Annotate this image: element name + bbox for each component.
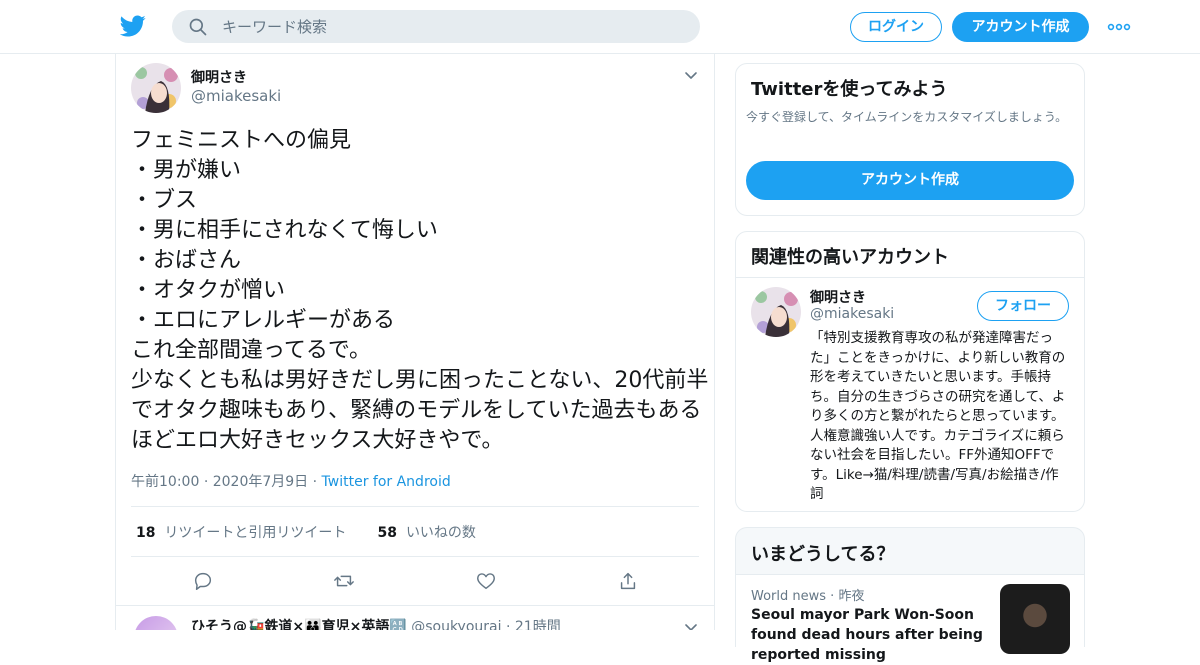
reply-icon[interactable] — [192, 570, 214, 592]
reply-time[interactable]: 21時間 — [515, 619, 561, 630]
trend-time: 昨夜 — [838, 589, 865, 604]
signup-card-title: Twitterを使ってみよう — [751, 79, 948, 100]
tweet-time[interactable]: 午前10:00 — [131, 474, 199, 490]
signup-prompt-card: Twitterを使ってみよう 今すぐ登録して、タイムラインをカスタマイズしましょ… — [735, 63, 1085, 216]
reply-header: ひそう@🚂鉄道×👪育児×英語🔠 @soukyourai · 21時間 — [191, 616, 561, 630]
reply-avatar[interactable] — [134, 616, 178, 630]
trend-item[interactable]: World news · 昨夜 Seoul mayor Park Won-Soo… — [736, 574, 1084, 663]
retweet-stat[interactable]: 18 リツイートと引用リツイート — [136, 525, 346, 541]
heart-icon[interactable] — [475, 570, 497, 592]
search-bar — [172, 10, 700, 43]
account-bio: 「特別支援教育専攻の私が発達障害だった」ことをきっかけに、より新しい教育の形を考… — [810, 330, 1066, 502]
trends-card: いまどうしてる？ World news · 昨夜 Seoul mayor Par… — [735, 527, 1085, 663]
tweet-date[interactable]: 2020年7月9日 — [213, 474, 308, 490]
meta-separator: · — [505, 619, 511, 630]
avatar[interactable] — [751, 287, 801, 337]
login-button[interactable]: ログイン — [850, 12, 942, 42]
tweet-text: フェミニストへの偏見 ・男が嫌い ・ブス ・男に相手にされなくて悔しい ・おばさ… — [131, 128, 709, 453]
signup-button[interactable]: アカウント作成 — [952, 12, 1089, 42]
tweet-stats: 18 リツイートと引用リツイート 58 いいねの数 — [136, 522, 476, 542]
chevron-down-icon[interactable] — [683, 68, 699, 84]
reply-author-name[interactable]: ひそう@🚂鉄道×👪育児×英語🔠 — [191, 619, 407, 630]
like-count: 58 — [377, 525, 398, 541]
meta-separator: · — [203, 474, 213, 490]
trend-thumbnail[interactable] — [1000, 584, 1070, 654]
retweet-stat-label: リツイートと引用リツイート — [164, 525, 347, 541]
trend-headline[interactable]: Seoul mayor Park Won-Soon found dead hou… — [751, 605, 996, 665]
signup-card-description: 今すぐ登録して、タイムラインをカスタマイズしましょう。 — [746, 110, 1068, 124]
follow-button[interactable]: フォロー — [977, 291, 1069, 321]
tweet-source-link[interactable]: Twitter for Android — [322, 474, 451, 490]
relevant-accounts-card: 関連性の高いアカウント 御明さき @miakesaki フォロー 「特別支援教育… — [735, 231, 1085, 512]
trend-category: World news — [751, 589, 827, 604]
divider — [736, 277, 1084, 278]
author-name[interactable]: 御明さき — [191, 67, 247, 87]
meta-separator: · — [312, 474, 322, 490]
trend-meta: World news · 昨夜 — [751, 585, 864, 604]
reply-author-handle[interactable]: @soukyourai — [411, 619, 501, 630]
tweet-column: 御明さき @miakesaki フェミニストへの偏見 ・男が嫌い ・ブス ・男に… — [115, 54, 715, 630]
trends-title: いまどうしてる？ — [751, 544, 895, 565]
relevant-accounts-title: 関連性の高いアカウント — [751, 247, 949, 268]
divider — [131, 556, 699, 557]
signup-card-button[interactable]: アカウント作成 — [746, 161, 1074, 200]
twitter-bird-icon[interactable] — [120, 13, 146, 39]
like-stat[interactable]: 58 いいねの数 — [378, 525, 476, 541]
chevron-down-icon[interactable] — [683, 620, 699, 630]
avatar[interactable] — [131, 63, 181, 113]
account-handle[interactable]: @miakesaki — [810, 306, 894, 322]
top-bar: ログイン アカウント作成 — [0, 0, 1200, 54]
reply-tweet-preview[interactable]: ひそう@🚂鉄道×👪育児×英語🔠 @soukyourai · 21時間 — [116, 606, 714, 630]
share-icon[interactable] — [617, 570, 639, 592]
retweet-count: 18 — [136, 525, 156, 541]
retweet-icon[interactable] — [333, 570, 355, 592]
search-input[interactable] — [222, 10, 682, 43]
tweet-timestamp: 午前10:00 · 2020年7月9日 · Twitter for Androi… — [131, 471, 451, 491]
more-options-icon[interactable] — [1107, 18, 1131, 36]
like-stat-label: いいねの数 — [405, 525, 476, 541]
divider — [131, 506, 699, 507]
author-handle[interactable]: @miakesaki — [191, 87, 281, 105]
search-icon — [189, 18, 207, 36]
account-name[interactable]: 御明さき — [810, 287, 866, 307]
